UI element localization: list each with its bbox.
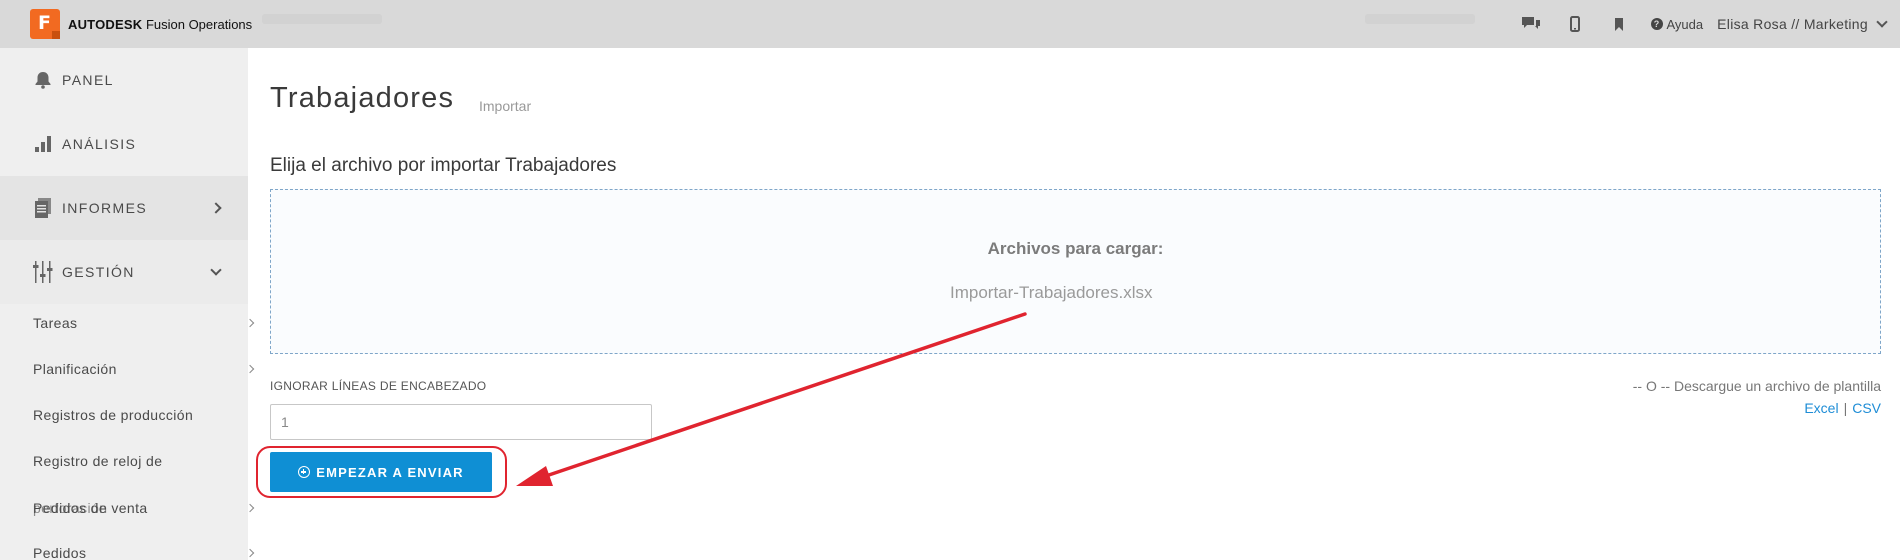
chevron-right-icon	[245, 548, 255, 558]
help-label: Ayuda	[1666, 16, 1704, 32]
subitem-label: Pedidos de venta	[33, 500, 148, 516]
chevron-right-icon	[245, 318, 255, 328]
start-upload-button[interactable]: EMPEZAR A ENVIAR	[270, 452, 492, 492]
sidebar-subitem-tareas[interactable]: Tareas	[33, 315, 255, 331]
brand-name: AUTODESK Fusion Operations	[68, 16, 253, 32]
chat-icon[interactable]	[1509, 0, 1553, 48]
header-lines-input[interactable]	[270, 404, 652, 440]
dropzone-file-name: Importar-Trabajadores.xlsx	[950, 283, 1153, 302]
subitem-label: Registros de producción	[33, 407, 194, 423]
fusion-logo-icon: F	[30, 9, 60, 39]
brand[interactable]: F AUTODESK Fusion Operations	[30, 9, 252, 39]
page-title: Trabajadores	[270, 82, 455, 114]
subitem-label: Pedidos	[33, 545, 87, 560]
file-dropzone[interactable]: Archivos para cargar: Importar-Trabajado…	[270, 189, 1881, 354]
top-bar: F AUTODESK Fusion Operations ? Ayuda Eli…	[0, 0, 1900, 48]
sidebar-subitem-registro-reloj[interactable]: Registro de reloj de	[33, 453, 233, 469]
template-download-text: -- O -- Descargue un archivo de plantill…	[1632, 378, 1881, 394]
csv-template-link[interactable]: CSV	[1852, 400, 1881, 416]
subitem-label: Planificación	[33, 361, 117, 377]
header-lines-label: IGNORAR LÍNEAS DE ENCABEZADO	[270, 379, 487, 393]
section-heading: Elija el archivo por importar Trabajador…	[270, 155, 617, 176]
mobile-icon[interactable]	[1553, 0, 1597, 48]
chevron-right-icon	[210, 202, 222, 214]
sidebar-subitem-pedidos[interactable]: Pedidos	[33, 545, 255, 560]
document-icon	[32, 197, 54, 219]
excel-template-link[interactable]: Excel	[1804, 400, 1838, 416]
sidebar-item-panel[interactable]: PANEL	[0, 48, 248, 112]
blurred-info	[1365, 14, 1475, 24]
sidebar-item-informes[interactable]: INFORMES	[0, 176, 248, 240]
sidebar-item-label: GESTIÓN	[62, 264, 135, 280]
sidebar-subitem-pedidos-venta[interactable]: Pedidos de venta	[33, 500, 255, 516]
chevron-down-icon	[1876, 15, 1888, 28]
blurred-breadcrumb	[262, 14, 382, 24]
link-separator: |	[1843, 400, 1848, 416]
bell-icon	[32, 69, 54, 91]
submit-label: EMPEZAR A ENVIAR	[316, 464, 464, 480]
help-icon: ?	[1650, 18, 1663, 30]
plus-circle-icon	[298, 466, 311, 478]
dropzone-title: Archivos para cargar:	[987, 239, 1164, 258]
chevron-right-icon	[245, 503, 255, 513]
sidebar: PANEL ANÁLISIS INFORMES GESTIÓN Tareas P…	[0, 48, 255, 560]
top-actions: ? Ayuda Elisa Rosa // Marketing	[1509, 0, 1888, 48]
chevron-down-icon	[210, 264, 222, 276]
sidebar-subitem-planificacion[interactable]: Planificación	[33, 361, 255, 377]
bookmark-icon[interactable]	[1597, 0, 1641, 48]
chevron-right-icon	[245, 364, 255, 374]
sidebar-item-label: PANEL	[62, 72, 114, 88]
template-links: Excel | CSV	[1804, 400, 1881, 416]
subitem-label: Tareas	[33, 315, 78, 331]
page-subtitle: Importar	[479, 98, 532, 114]
help-link[interactable]: ? Ayuda	[1650, 16, 1704, 32]
subitem-label: Registro de reloj de	[33, 453, 163, 469]
sliders-icon	[32, 261, 54, 283]
bar-chart-icon	[32, 133, 54, 155]
sidebar-item-gestion[interactable]: GESTIÓN	[0, 240, 248, 304]
user-name: Elisa Rosa // Marketing	[1717, 16, 1868, 32]
sidebar-item-analisis[interactable]: ANÁLISIS	[0, 112, 248, 176]
sidebar-item-label: ANÁLISIS	[62, 136, 137, 152]
sidebar-item-label: INFORMES	[62, 200, 148, 216]
user-menu[interactable]: Elisa Rosa // Marketing	[1717, 15, 1888, 32]
sidebar-subitem-registros-produccion[interactable]: Registros de producción	[33, 407, 233, 423]
